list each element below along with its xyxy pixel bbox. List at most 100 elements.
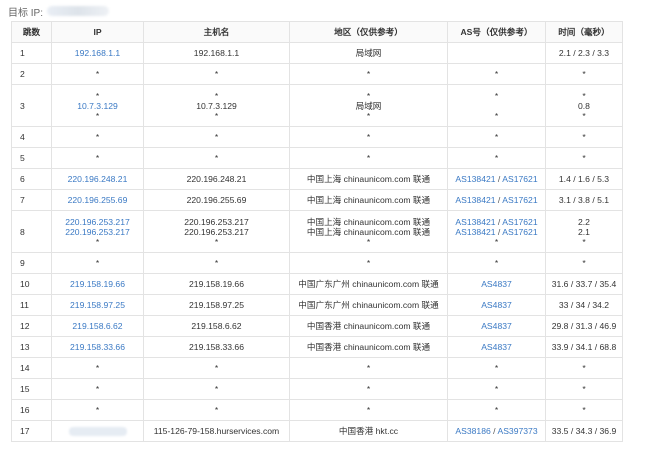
hostname-text: 10.7.3.129 <box>196 100 237 111</box>
column-header-ip: IP <box>51 21 144 43</box>
ip-link[interactable]: 220.196.253.217 <box>54 227 141 237</box>
as-cell: * <box>447 147 546 169</box>
time-text: * <box>582 110 586 121</box>
as-link[interactable]: AS4837 <box>481 279 512 289</box>
as-cell <box>447 42 546 64</box>
region-cell: * <box>289 357 448 379</box>
region-text: * <box>366 405 371 415</box>
time-text: 2.1 / 2.3 / 3.3 <box>558 48 610 58</box>
time-text: * <box>582 236 586 247</box>
time-text: 3.1 / 3.8 / 5.1 <box>558 195 610 205</box>
as-link[interactable]: AS4837 <box>481 321 512 331</box>
column-header-hop: 跳数 <box>11 21 52 43</box>
hostname-text: 219.158.6.62 <box>191 321 242 331</box>
ip-link[interactable]: 219.158.97.25 <box>54 300 141 310</box>
target-ip-redacted <box>47 6 110 16</box>
as-link[interactable]: AS17621 <box>502 227 537 237</box>
ip-timeout: * <box>95 405 100 415</box>
time-cell: 2.2 2.1 * <box>545 210 623 253</box>
time-cell: 1.4 / 1.6 / 5.3 <box>545 168 623 190</box>
as-line: * <box>450 111 543 121</box>
as-link[interactable]: AS17621 <box>502 217 537 227</box>
as-cell: AS4837 <box>447 273 546 295</box>
hop-number: 15 <box>20 384 30 394</box>
as-link[interactable]: AS17621 <box>502 174 537 184</box>
target-ip-bar: 目标 IP: <box>8 4 110 19</box>
as-timeout: * <box>494 110 499 121</box>
region-cell: * 局域网 * <box>289 84 448 127</box>
ip-cell: * <box>51 357 144 379</box>
hop-cell: 10 <box>11 273 52 295</box>
hop-number: 2 <box>20 69 25 79</box>
as-cell: AS4837 <box>447 336 546 358</box>
ip-timeout: * <box>95 90 100 101</box>
table-row: 17 115-126-79-158.hurservices.com 中国香港 hkt… <box>11 420 623 442</box>
ip-link[interactable]: 219.158.6.62 <box>54 321 141 331</box>
as-link[interactable]: AS4837 <box>481 300 512 310</box>
hostname-cell: * <box>143 252 290 274</box>
as-line: AS138421 / AS17621 <box>450 227 543 237</box>
ip-timeout: * <box>95 69 100 79</box>
as-line: AS138421 / AS17621 <box>450 217 543 227</box>
hop-number: 6 <box>20 174 25 184</box>
as-timeout: * <box>494 90 499 101</box>
region-cell: 中国香港 hkt.cc <box>289 420 448 442</box>
as-link[interactable]: AS397373 <box>497 426 537 436</box>
region-text: * <box>366 153 371 163</box>
hostname-text: 220.196.248.21 <box>186 174 247 184</box>
as-timeout: * <box>494 384 499 394</box>
table-row: 12 219.158.6.62 219.158.6.62 中国香港 chinaunic… <box>11 315 623 337</box>
ip-link[interactable]: 220.196.253.217 <box>54 217 141 227</box>
as-line: * <box>450 237 543 247</box>
time-cell: 33.5 / 34.3 / 36.9 <box>545 420 623 442</box>
as-timeout: * <box>494 153 499 163</box>
hostname-text: 220.196.253.217 <box>184 226 249 237</box>
as-timeout: * <box>494 236 499 247</box>
as-cell: * <box>447 126 546 148</box>
ip-link[interactable]: 192.168.1.1 <box>54 48 141 58</box>
hop-number: 17 <box>20 426 30 436</box>
as-line: * <box>450 405 543 415</box>
time-text: * <box>582 405 586 415</box>
ip-timeout: * <box>95 153 100 163</box>
hostname-text: 219.158.97.25 <box>189 300 244 310</box>
as-cell: AS38186 / AS397373 <box>447 420 546 442</box>
ip-link[interactable]: 220.196.255.69 <box>54 195 141 205</box>
table-row: 1 192.168.1.1 192.168.1.1 局域网 2.1 / 2.3 / 3.… <box>11 42 623 64</box>
as-link[interactable]: AS38186 <box>455 426 490 436</box>
as-timeout: * <box>494 363 499 373</box>
time-text: * <box>582 384 586 394</box>
hop-cell: 7 <box>11 189 52 211</box>
column-header-region: 地区（仅供参考） <box>289 21 448 43</box>
hop-number: 11 <box>20 300 29 310</box>
region-text: 局域网 <box>355 100 382 111</box>
ip-cell: * <box>51 252 144 274</box>
time-text: 33 / 34 / 34.2 <box>558 300 610 310</box>
as-link[interactable]: AS138421 <box>455 217 495 227</box>
ip-cell: * <box>51 147 144 169</box>
as-cell: * * <box>447 84 546 127</box>
ip-timeout: * <box>95 363 100 373</box>
hostname-text: 192.168.1.1 <box>193 48 240 58</box>
column-header-hostname: 主机名 <box>143 21 290 43</box>
hostname-text: 115-126-79-158.hurservices.com <box>153 426 280 436</box>
ip-link[interactable]: 220.196.248.21 <box>54 174 141 184</box>
as-link[interactable]: AS138421 <box>455 174 495 184</box>
ip-link[interactable]: 10.7.3.129 <box>54 101 141 111</box>
as-link[interactable]: AS17621 <box>502 195 537 205</box>
as-link[interactable]: AS138421 <box>455 195 495 205</box>
hop-number: 1 <box>20 48 25 58</box>
hostname-cell: * <box>143 63 290 85</box>
ip-link[interactable]: 219.158.33.66 <box>54 342 141 352</box>
ip-link[interactable]: 219.158.19.66 <box>54 279 141 289</box>
hop-cell: 17 <box>11 420 52 442</box>
hostname-text: * <box>214 258 219 268</box>
table-row: 4 * * * * * <box>11 126 623 148</box>
as-line: AS4837 <box>450 300 543 310</box>
hop-number: 10 <box>20 279 30 289</box>
as-link[interactable]: AS138421 <box>455 227 495 237</box>
region-text: 中国上海 chinaunicom.com 联通 <box>306 216 431 227</box>
hostname-text: * <box>214 236 219 247</box>
as-link[interactable]: AS4837 <box>481 342 512 352</box>
time-text: * <box>582 258 586 268</box>
